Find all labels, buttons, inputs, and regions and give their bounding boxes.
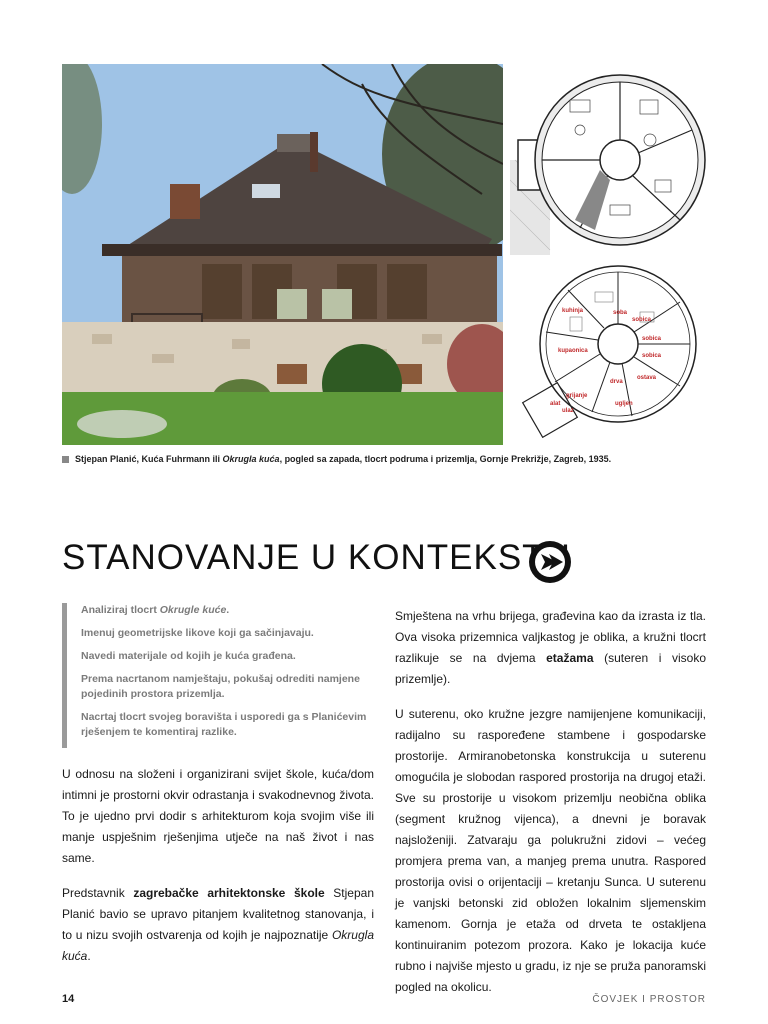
section-title: STANOVANJE U KONTEKSTU xyxy=(62,538,571,577)
task-item: Navedi materijale od kojih je kuća građe… xyxy=(81,650,296,662)
plan-label-drva: drva xyxy=(610,379,623,385)
plan-label-sobica-2: sobica xyxy=(642,336,662,342)
task-item: Imenuj geometrijske likove koji ga sačin… xyxy=(81,627,314,639)
plan-label-ulaz: ulaz xyxy=(562,408,574,414)
running-footer: ČOVJEK I PROSTOR xyxy=(592,994,706,1005)
plan-label-grijanje: grijanje xyxy=(566,393,588,399)
bold-term: etažama xyxy=(546,651,594,665)
caption-bullet xyxy=(62,456,69,464)
paragraph: Predstavnik zagrebačke arhitektonske ško… xyxy=(62,883,374,967)
text-run: Predstavnik xyxy=(62,886,134,900)
plan-label-alat: alat xyxy=(550,401,560,407)
plan-label-soba: soba xyxy=(613,310,628,316)
bold-term: zagrebačke arhitektonske škole xyxy=(133,886,325,900)
plan-label-ugljen: ugljen xyxy=(615,401,633,407)
task-text: . xyxy=(226,604,230,616)
text-run: . xyxy=(87,949,91,963)
task-italic: Okrugle kuće xyxy=(159,604,227,616)
plan-label-kuhinja: kuhinja xyxy=(562,308,584,314)
paragraph: U suterenu, oko kružne jezgre namijenjen… xyxy=(395,707,706,994)
task-list: Analiziraj tlocrt Okrugle kuće. Imenuj g… xyxy=(62,603,393,748)
task-item: Prema nacrtanom namještaju, pokušaj odre… xyxy=(81,673,360,700)
plan-label-ostava: ostava xyxy=(637,375,657,381)
paragraph: U odnosu na složeni i organizirani svije… xyxy=(62,767,374,865)
task-item: Analiziraj tlocrt Okrugle kuće. xyxy=(81,603,393,618)
figure-caption: Stjepan Planić, Kuća Fuhrmann ili Okrugl… xyxy=(62,454,702,464)
ground-floor-plan xyxy=(509,60,720,255)
basement-plan: kuhinja soba sobica sobica kupaonica sob… xyxy=(510,262,710,447)
page-number: 14 xyxy=(62,993,75,1005)
right-column: Smještena na vrhu brijega, građevina kao… xyxy=(395,606,706,1012)
caption-text-1: Stjepan Planić, Kuća Fuhrmann ili xyxy=(75,454,223,464)
task-text: Analiziraj tlocrt xyxy=(81,604,160,616)
house-photo xyxy=(62,64,503,445)
caption-italic: Okrugla kuća xyxy=(222,454,280,464)
caption-text-2: , pogled sa zapada, tlocrt podruma i pri… xyxy=(279,454,612,464)
plan-label-kupaonica: kupaonica xyxy=(558,348,588,354)
task-item: Nacrtaj tlocrt svojeg boravišta i uspore… xyxy=(81,711,367,738)
plan-label-sobica-3: sobica xyxy=(642,353,662,359)
plan-label-sobica-1: sobica xyxy=(632,317,652,323)
left-column: U odnosu na složeni i organizirani svije… xyxy=(62,764,374,981)
paragraph: Smještena na vrhu brijega, građevina kao… xyxy=(395,606,706,690)
activity-badge-icon xyxy=(527,539,573,590)
